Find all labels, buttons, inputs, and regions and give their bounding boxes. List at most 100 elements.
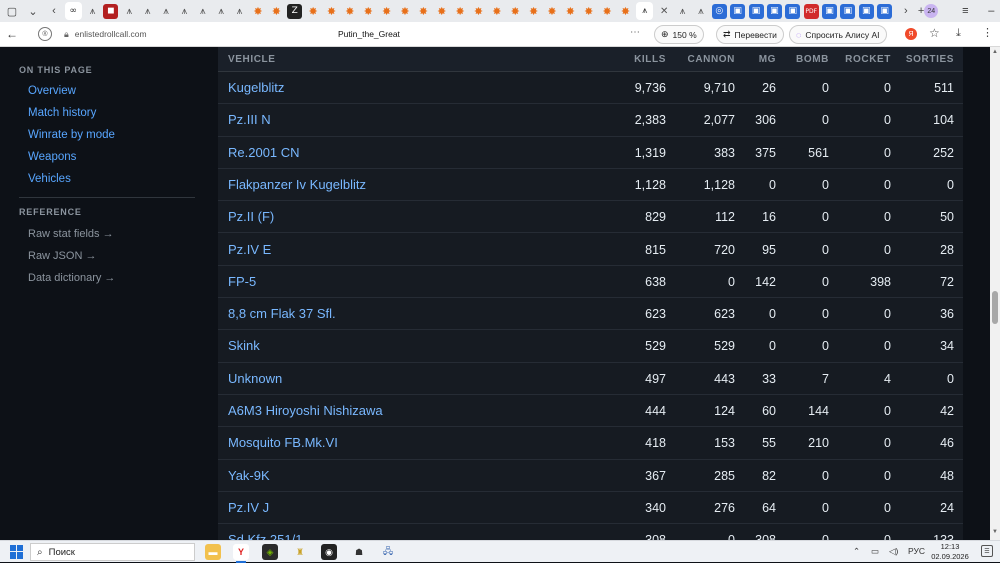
tab-favicon-orange[interactable]: ✸ xyxy=(489,4,504,19)
vehicle-name-link[interactable]: Yak-9K xyxy=(228,468,270,483)
tab-favicon-pdf[interactable]: PDF xyxy=(803,3,819,19)
tab-favicon-blue[interactable]: ▣ xyxy=(822,3,838,19)
taskbar-clock[interactable]: 12:13 02.09.2026 xyxy=(930,542,970,562)
vehicle-name-link[interactable]: Re.2001 CN xyxy=(228,145,300,160)
vehicle-name-link[interactable]: Sd.Kfz.251/1 xyxy=(228,532,302,540)
vehicle-name-link[interactable]: 8,8 cm Flak 37 Sfl. xyxy=(228,306,336,321)
download-icon[interactable]: ⤓ xyxy=(956,27,961,40)
vehicle-name-link[interactable]: Pz.III N xyxy=(228,112,271,127)
column-header-bomb[interactable]: BOMB xyxy=(796,54,829,65)
yandex-icon[interactable]: Я xyxy=(905,28,917,40)
sidebar-link-raw-stat-fields[interactable]: Raw stat fields → xyxy=(28,228,114,240)
network-app-icon[interactable]: 🖧︎ xyxy=(380,544,396,560)
tab-favicon-orange[interactable]: ✸ xyxy=(434,4,449,19)
tab-favicon-orange[interactable]: ✸ xyxy=(324,4,339,19)
alice-button[interactable]: ◌ Спросить Алису AI xyxy=(789,25,887,44)
bookmark-star-icon[interactable]: ☆ xyxy=(929,26,940,40)
tab-favicon-enlisted[interactable]: ⩚ xyxy=(122,4,137,19)
tab-favicon-enlisted[interactable]: ⩚ xyxy=(140,4,155,19)
back-arrow-icon[interactable]: ← xyxy=(6,27,24,41)
tab-favicon-orange[interactable]: ✸ xyxy=(397,4,412,19)
tab-favicon-orange[interactable]: ✸ xyxy=(581,4,596,19)
zoom-button[interactable]: ⊕ 150 % xyxy=(654,25,704,44)
tab-favicon-orange[interactable]: ✸ xyxy=(416,4,431,19)
vehicle-name-link[interactable]: Flakpanzer Iv Kugelblitz xyxy=(228,177,366,192)
tab-favicon-orange[interactable]: ✸ xyxy=(361,4,376,19)
game-app-icon[interactable]: ♜ xyxy=(292,544,308,560)
protect-shield-icon[interactable]: ® xyxy=(38,27,52,41)
tab-scroll-left-icon[interactable]: ‹ xyxy=(45,2,63,20)
language-indicator[interactable]: РУС xyxy=(908,546,925,556)
file-explorer-icon[interactable]: ▬ xyxy=(205,544,221,560)
tray-chevron-icon[interactable]: ⌃ xyxy=(853,546,860,557)
tab-favicon-blue[interactable]: ▣ xyxy=(840,3,856,19)
vehicle-name-link[interactable]: Pz.IV E xyxy=(228,242,271,257)
tab-favicon-blue[interactable]: ▣ xyxy=(748,3,764,19)
vehicle-name-link[interactable]: Pz.IV J xyxy=(228,500,269,515)
tab-favicon-blue[interactable]: ▣ xyxy=(766,3,782,19)
volume-icon[interactable]: ◁) xyxy=(889,546,898,557)
tab-favicon-orange[interactable]: ✸ xyxy=(526,4,541,19)
more-options-icon[interactable]: ⋯ xyxy=(630,27,640,38)
scroll-up-arrow-icon[interactable]: ▲ xyxy=(992,49,998,55)
tab-actions-icon[interactable]: ▢ xyxy=(3,2,21,20)
tab-favicon-blue[interactable]: ◎ xyxy=(711,3,727,19)
url-field[interactable]: enlistedrollcall.com xyxy=(75,29,255,39)
obs-icon[interactable]: ◉ xyxy=(321,544,337,560)
extensions-icon[interactable]: ⋮ xyxy=(982,26,993,39)
menu-icon[interactable]: ≡ xyxy=(952,5,978,17)
column-header-rocket[interactable]: ROCKET xyxy=(845,54,891,65)
tab-favicon-enlisted[interactable]: ⩚ xyxy=(85,4,100,19)
tab-favicon-blue[interactable]: ▣ xyxy=(785,3,801,19)
tab-favicon-dark[interactable]: Z xyxy=(287,3,303,19)
tab-favicon-orange[interactable]: ✸ xyxy=(453,4,468,19)
minimize-icon[interactable]: – xyxy=(978,5,1000,17)
vehicle-name-link[interactable]: Kugelblitz xyxy=(228,80,284,95)
app-icon[interactable]: ☗ xyxy=(351,544,367,560)
tab-favicon-enlisted[interactable]: ⩚ xyxy=(177,4,192,19)
tab-favicon-close[interactable]: ✕ xyxy=(657,4,672,19)
tab-favicon-orange[interactable]: ✸ xyxy=(471,4,486,19)
tab-favicon-orange[interactable]: ✸ xyxy=(618,4,633,19)
tab-favicon-orange[interactable]: ✸ xyxy=(306,4,321,19)
vehicle-name-link[interactable]: A6M3 Hiroyoshi Nishizawa xyxy=(228,403,383,418)
vehicle-name-link[interactable]: FP-5 xyxy=(228,274,256,289)
scroll-down-arrow-icon[interactable]: ▼ xyxy=(992,529,998,535)
tab-favicon-orange[interactable]: ✸ xyxy=(342,4,357,19)
tab-scroll-right-icon[interactable]: › xyxy=(897,2,915,20)
vehicle-name-link[interactable]: Unknown xyxy=(228,371,282,386)
sidebar-link-winrate-by-mode[interactable]: Winrate by mode xyxy=(28,129,115,141)
translate-button[interactable]: ⇄ Перевести xyxy=(716,25,784,44)
tab-favicon-blue[interactable]: ▣ xyxy=(877,3,893,19)
notifications-icon[interactable]: ☰ xyxy=(981,545,993,557)
tab-favicon-orange[interactable]: ✸ xyxy=(250,4,265,19)
tab-favicon-orange[interactable]: ✸ xyxy=(269,4,284,19)
sidebar-link-vehicles[interactable]: Vehicles xyxy=(28,173,71,185)
tab-favicon-orange[interactable]: ✸ xyxy=(600,4,615,19)
tab-favicon-current[interactable]: ⩚ xyxy=(636,2,654,20)
tab-favicon-enlisted[interactable]: ⩚ xyxy=(214,4,229,19)
sidebar-link-data-dictionary[interactable]: Data dictionary → xyxy=(28,272,115,284)
taskbar-search[interactable]: ⌕ Поиск xyxy=(30,543,195,561)
column-header-cannon[interactable]: CANNON xyxy=(688,54,736,65)
yandex-browser-icon[interactable]: Y xyxy=(233,544,249,563)
scrollbar-thumb[interactable] xyxy=(992,291,998,324)
tab-favicon-orange[interactable]: ✸ xyxy=(508,4,523,19)
tab-favicon-orange[interactable]: ✸ xyxy=(379,4,394,19)
vehicle-name-link[interactable]: Mosquito FB.Mk.VI xyxy=(228,435,338,450)
tab-favicon-enlisted[interactable]: ⩚ xyxy=(232,4,247,19)
column-header-mg[interactable]: MG xyxy=(759,54,776,65)
tab-favicon-active[interactable]: ∞ xyxy=(64,2,82,20)
page-scrollbar[interactable]: ▲ ▼ xyxy=(990,47,1000,540)
profile-badge[interactable]: 24 xyxy=(924,4,939,18)
sidebar-link-match-history[interactable]: Match history xyxy=(28,107,96,119)
tab-favicon-orange[interactable]: ✸ xyxy=(563,4,578,19)
tab-favicon-enlisted[interactable]: ⩚ xyxy=(693,4,708,19)
sidebar-link-overview[interactable]: Overview xyxy=(28,85,76,97)
tab-list-chevron-icon[interactable]: ⌄ xyxy=(24,2,42,20)
sidebar-link-weapons[interactable]: Weapons xyxy=(28,151,76,163)
tab-favicon-blue[interactable]: ▣ xyxy=(858,3,874,19)
network-icon[interactable]: ▭ xyxy=(871,546,879,557)
column-header-vehicle[interactable]: VEHICLE xyxy=(228,54,276,65)
nvidia-icon[interactable]: ◈ xyxy=(262,544,278,560)
